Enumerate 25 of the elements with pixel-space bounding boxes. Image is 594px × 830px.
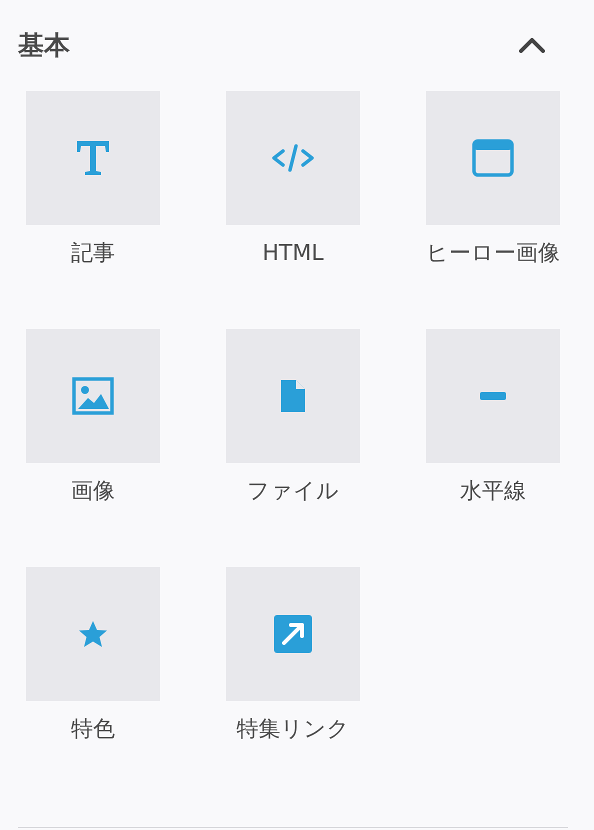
- image-icon: [72, 377, 114, 415]
- block-tile[interactable]: [26, 329, 160, 463]
- block-tile[interactable]: [426, 329, 560, 463]
- chevron-up-icon: [518, 36, 546, 54]
- file-icon: [280, 379, 306, 413]
- block-tile[interactable]: [26, 567, 160, 701]
- block-tile[interactable]: [426, 91, 560, 225]
- block-label: 水平線: [459, 478, 527, 506]
- block-label: 特色: [70, 716, 116, 744]
- block-label: 記事: [70, 240, 116, 268]
- block-label: 画像: [70, 478, 116, 506]
- block-label: 特集リンク: [236, 716, 350, 744]
- block-tile[interactable]: [226, 91, 360, 225]
- block-label: ファイル: [246, 478, 340, 506]
- block-tile[interactable]: [226, 567, 360, 701]
- section-title: 基本: [18, 30, 70, 62]
- code-icon: [271, 143, 315, 173]
- external-link-icon: [274, 615, 312, 653]
- block-tile[interactable]: [26, 91, 160, 225]
- block-label: ヒーロー画像: [426, 240, 560, 268]
- window-icon: [472, 139, 514, 177]
- text-icon: [76, 140, 110, 176]
- block-label: HTML: [261, 240, 325, 268]
- block-tile[interactable]: [226, 329, 360, 463]
- star-icon: [78, 620, 108, 648]
